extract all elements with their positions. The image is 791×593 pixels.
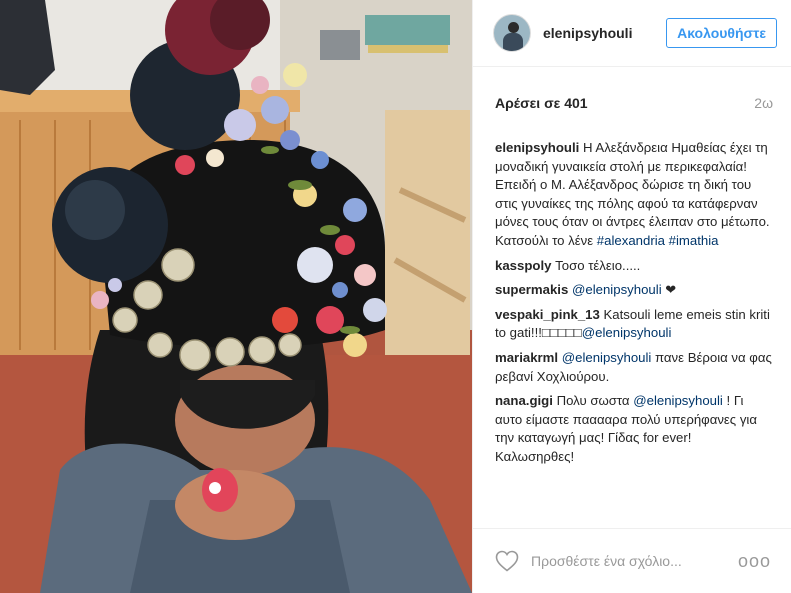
more-options-icon[interactable]: ooo [738,551,771,572]
heart-icon[interactable] [495,550,519,572]
caption-username[interactable]: elenipsyhouli [495,140,579,155]
comment-username[interactable]: supermakis [495,282,568,297]
username-link[interactable]: elenipsyhouli [543,25,666,41]
post-photo[interactable] [0,0,472,593]
mention-link[interactable]: @elenipsyhouli [582,325,672,340]
photo-illustration [0,0,472,593]
add-comment-input[interactable]: Προσθέστε ένα σχόλιο... [531,553,738,569]
mention-link[interactable]: @elenipsyhouli [572,282,662,297]
comment-bar: Προσθέστε ένα σχόλιο... ooo [473,528,791,593]
hashtag-imathia[interactable]: #imathia [669,233,719,248]
comment-username[interactable]: vespaki_pink_13 [495,307,600,322]
comment-item: mariakrml @elenipsyhouli πανε Βέροια να … [495,349,773,386]
likes-row: Αρέσει σε 401 2ω [473,67,791,139]
comment-text: Τοσο τέλειο..... [555,257,641,273]
comment-item: vespaki_pink_13 Katsouli leme emeis stin… [495,306,773,343]
comment-text: Πολυ σωστα [556,393,634,409]
avatar-body [503,33,523,51]
likes-count[interactable]: Αρέσει σε 401 [495,95,588,111]
avatar-head [508,22,519,33]
avatar[interactable] [493,14,531,52]
post-time[interactable]: 2ω [754,95,773,111]
post-header: elenipsyhouli Ακολουθήστε [473,0,791,67]
comment-text: ❤ [661,282,677,298]
comment-item: nana.gigi Πολυ σωστα @elenipsyhouli ! Γι… [495,392,773,466]
comments-list: elenipsyhouli Η Αλεξάνδρεια Ημαθείας έχε… [473,139,791,467]
mention-link[interactable]: @elenipsyhouli [633,393,723,408]
post-sidebar: elenipsyhouli Ακολουθήστε Αρέσει σε 401 … [472,0,791,593]
comment-username[interactable]: mariakrml [495,350,558,365]
mention-link[interactable]: @elenipsyhouli [562,350,652,365]
comment-username[interactable]: nana.gigi [495,393,553,408]
caption: elenipsyhouli Η Αλεξάνδρεια Ημαθείας έχε… [495,139,773,251]
post-view: elenipsyhouli Ακολουθήστε Αρέσει σε 401 … [0,0,791,593]
hashtag-alexandria[interactable]: #alexandria [597,233,665,248]
comment-item: supermakis @elenipsyhouli ❤ [495,281,773,300]
comment-username[interactable]: kasspoly [495,258,551,273]
comment-item: kasspoly Τοσο τέλειο..... [495,257,773,276]
follow-button[interactable]: Ακολουθήστε [666,18,777,48]
caption-text: Η Αλεξάνδρεια Ημαθείας έχει τη μοναδική … [495,140,770,248]
